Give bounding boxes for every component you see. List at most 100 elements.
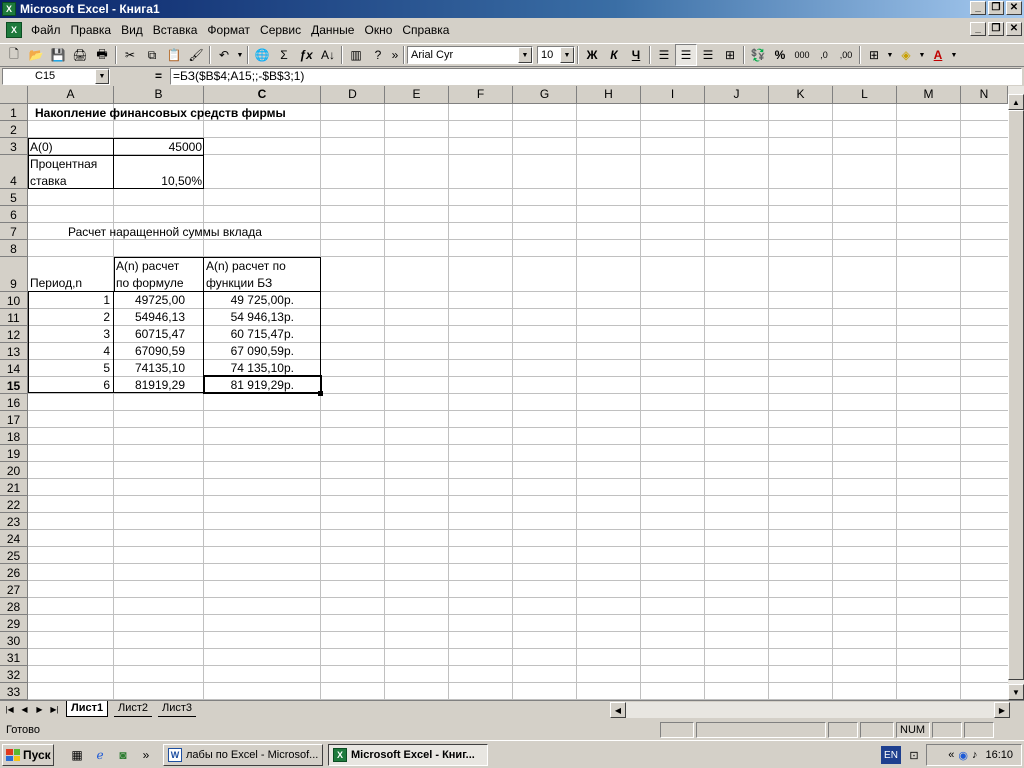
select-all-corner[interactable]: [0, 86, 28, 104]
save-icon[interactable]: 💾: [47, 44, 69, 66]
row-header[interactable]: 22: [0, 496, 28, 513]
row-header[interactable]: 25: [0, 547, 28, 564]
column-header-j[interactable]: J: [705, 86, 769, 104]
last-sheet-icon[interactable]: ▶|: [47, 702, 62, 717]
row-header[interactable]: 21: [0, 479, 28, 496]
menu-format[interactable]: Формат: [202, 23, 255, 37]
column-header-g[interactable]: G: [513, 86, 577, 104]
row-header[interactable]: 26: [0, 564, 28, 581]
row-header[interactable]: 6: [0, 206, 28, 223]
row-header[interactable]: 24: [0, 530, 28, 547]
taskbar-excel-button[interactable]: X Microsoft Excel - Книг...: [328, 744, 488, 766]
increase-decimal-button[interactable]: ,0: [813, 44, 835, 66]
row-header[interactable]: 2: [0, 121, 28, 138]
sheet-tab-3[interactable]: Лист3: [158, 701, 197, 717]
open-icon[interactable]: 📂: [25, 44, 47, 66]
font-color-icon[interactable]: A: [927, 44, 949, 66]
help-icon[interactable]: ?: [367, 44, 389, 66]
new-icon[interactable]: 🗋: [3, 44, 25, 66]
sheet-tab-2[interactable]: Лист2: [114, 701, 153, 717]
row-header[interactable]: 29: [0, 615, 28, 632]
fill-dropdown-icon[interactable]: ▼: [917, 44, 927, 66]
active-cell-c15[interactable]: [203, 375, 322, 394]
language-bar-icon[interactable]: ⊡: [906, 746, 922, 764]
cut-icon[interactable]: ✂: [119, 44, 141, 66]
menu-edit[interactable]: Правка: [66, 23, 117, 37]
column-header-a[interactable]: A: [28, 86, 114, 104]
tray-expand-icon[interactable]: «: [948, 749, 954, 761]
menu-data[interactable]: Данные: [306, 23, 359, 37]
font-name-select[interactable]: Arial Cyr ▼: [407, 46, 533, 64]
scroll-right-icon[interactable]: ▶: [994, 702, 1010, 718]
first-sheet-icon[interactable]: |◀: [2, 702, 17, 717]
column-header-d[interactable]: D: [321, 86, 385, 104]
column-header-m[interactable]: M: [897, 86, 961, 104]
workbook-close-button[interactable]: ✕: [1006, 22, 1022, 36]
scroll-thumb[interactable]: [1008, 110, 1024, 680]
row-header[interactable]: 12: [0, 326, 28, 343]
quicklaunch-more-icon[interactable]: »: [140, 746, 152, 764]
row-header[interactable]: 7: [0, 223, 28, 240]
scroll-left-icon[interactable]: ◀: [610, 702, 626, 718]
media-icon[interactable]: ◙: [114, 746, 132, 764]
workbook-minimize-button[interactable]: _: [970, 22, 986, 36]
row-header[interactable]: 28: [0, 598, 28, 615]
currency-icon[interactable]: 💱: [747, 44, 769, 66]
row-header[interactable]: 5: [0, 189, 28, 206]
fill-color-icon[interactable]: ◈: [895, 44, 917, 66]
formula-input[interactable]: =БЗ($B$4;A15;;-$B$3;1): [170, 68, 1022, 85]
column-header-l[interactable]: L: [833, 86, 897, 104]
copy-icon[interactable]: ⧉: [141, 44, 163, 66]
taskbar-word-button[interactable]: W лабы по Excel - Microsof...: [163, 744, 323, 766]
menu-window[interactable]: Окно: [359, 23, 397, 37]
row-header[interactable]: 8: [0, 240, 28, 257]
borders-icon[interactable]: ⊞: [863, 44, 885, 66]
row-header[interactable]: 17: [0, 411, 28, 428]
print-preview-icon[interactable]: 🖨: [69, 44, 91, 66]
menu-file[interactable]: Файл: [26, 23, 66, 37]
format-painter-icon[interactable]: 🖌: [185, 44, 207, 66]
horizontal-scrollbar[interactable]: ◀ ▶: [610, 702, 1010, 718]
next-sheet-icon[interactable]: ▶: [32, 702, 47, 717]
function-icon[interactable]: ƒx: [295, 44, 317, 66]
column-header-i[interactable]: I: [641, 86, 705, 104]
cell-a7[interactable]: Расчет наращенной суммы вклада: [68, 225, 262, 239]
column-header-n[interactable]: N: [961, 86, 1008, 104]
chart-wizard-icon[interactable]: ▥: [345, 44, 367, 66]
minimize-button[interactable]: _: [970, 1, 986, 15]
row-header[interactable]: 33: [0, 683, 28, 700]
worksheet-grid[interactable]: A B C D E F G H I J K L M N 1 2 3 4 5 6 7 8 9 10 1…: [0, 86, 1008, 700]
row-header[interactable]: 32: [0, 666, 28, 683]
vertical-scrollbar[interactable]: ▲ ▼: [1008, 86, 1024, 700]
merge-center-icon[interactable]: ⊞: [719, 44, 741, 66]
restore-button[interactable]: ❐: [988, 1, 1004, 15]
borders-dropdown-icon[interactable]: ▼: [885, 44, 895, 66]
sheet-tab-1[interactable]: Лист1: [66, 701, 109, 717]
align-right-icon[interactable]: ☰: [697, 44, 719, 66]
autosum-icon[interactable]: Σ: [273, 44, 295, 66]
excel-app-icon[interactable]: X: [2, 2, 16, 16]
chevron-down-icon[interactable]: ▼: [95, 69, 109, 84]
italic-button[interactable]: К: [603, 44, 625, 66]
network-icon[interactable]: ◉: [958, 749, 968, 762]
align-left-icon[interactable]: ☰: [653, 44, 675, 66]
scroll-down-icon[interactable]: ▼: [1008, 684, 1024, 700]
row-header[interactable]: 14: [0, 360, 28, 377]
undo-dropdown-icon[interactable]: ▼: [235, 44, 245, 66]
row-header[interactable]: 1: [0, 104, 28, 121]
column-header-b[interactable]: B: [114, 86, 204, 104]
underline-button[interactable]: Ч: [625, 44, 647, 66]
font-size-select[interactable]: 10 ▼: [537, 46, 575, 64]
hyperlink-icon[interactable]: 🌐: [251, 44, 273, 66]
language-indicator[interactable]: EN: [881, 746, 901, 764]
row-header[interactable]: 31: [0, 649, 28, 666]
column-header-e[interactable]: E: [385, 86, 449, 104]
row-header[interactable]: 13: [0, 343, 28, 360]
name-box[interactable]: C15 ▼: [2, 68, 110, 85]
row-header[interactable]: 4: [0, 155, 28, 189]
bold-button[interactable]: Ж: [581, 44, 603, 66]
cell-a9[interactable]: Период,n: [30, 276, 82, 290]
align-center-icon[interactable]: ☰: [675, 44, 697, 66]
row-header[interactable]: 15: [0, 377, 28, 394]
row-header[interactable]: 27: [0, 581, 28, 598]
